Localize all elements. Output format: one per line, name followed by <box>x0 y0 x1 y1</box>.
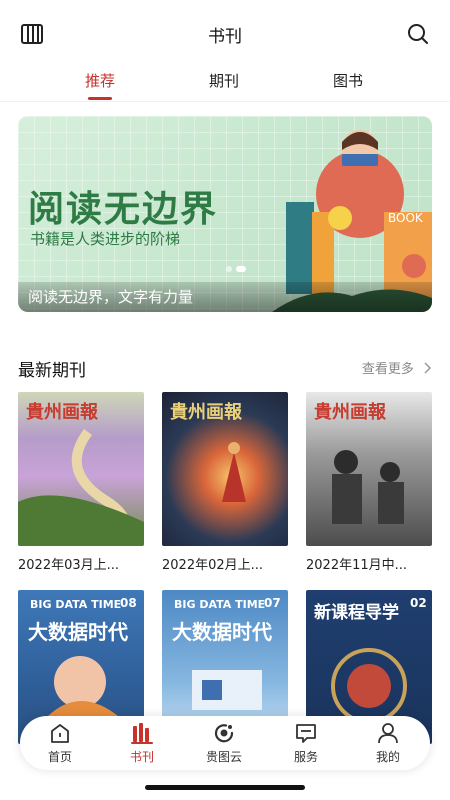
periodical-label[interactable]: 2022年03月上... <box>18 554 146 573</box>
view-more-label: 查看更多 <box>361 362 414 377</box>
tab-books[interactable]: 图书 <box>308 70 388 91</box>
periodical-cover[interactable]: 貴州画報 <box>162 392 288 546</box>
search-icon[interactable] <box>406 22 430 46</box>
latest-periodicals-header: 最新期刊 查看更多 <box>18 354 432 381</box>
periodical-cover[interactable]: 貴州画報 <box>306 392 432 546</box>
tab-indicator <box>88 97 112 100</box>
nav-label: 服务 <box>293 750 318 764</box>
nav-label: 书刊 <box>129 750 154 764</box>
page-title: 书刊 <box>208 27 242 47</box>
banner-subline: 书籍是人类进步的阶梯 <box>30 230 181 248</box>
periodical-cover[interactable]: 貴州画報 <box>18 392 144 546</box>
chevron-right-icon <box>424 362 432 374</box>
art-book-text: BOOK <box>388 211 424 225</box>
cover-masthead: 貴州画報 <box>314 402 386 423</box>
tab-periodicals[interactable]: 期刊 <box>184 70 264 91</box>
periodical-label[interactable]: 2022年11月中... <box>306 554 434 573</box>
tab-bar: 推荐 期刊 图书 <box>0 66 450 102</box>
profile-icon <box>378 723 398 744</box>
home-icon <box>51 724 69 743</box>
banner-caption: 阅读无边界，文字有力量 <box>28 288 194 306</box>
nav-label: 我的 <box>375 750 400 764</box>
cloud-icon <box>214 724 234 743</box>
nav-item-books[interactable]: 书刊 <box>112 722 172 765</box>
pagination-dot-active <box>236 266 246 272</box>
pagination-dot <box>226 266 232 272</box>
periodical-label[interactable]: 2022年02月上... <box>162 554 290 573</box>
tab-recommend[interactable]: 推荐 <box>60 70 140 91</box>
books-icon <box>131 723 153 744</box>
section-title: 最新期刊 <box>18 361 86 381</box>
nav-item-profile[interactable]: 我的 <box>358 722 418 765</box>
cover-masthead: 貴州画報 <box>26 402 98 423</box>
nav-item-home[interactable]: 首页 <box>30 722 90 765</box>
service-icon <box>296 724 316 743</box>
banner-headline: 阅读无边界 <box>28 188 219 230</box>
nav-label: 首页 <box>47 750 72 764</box>
promo-banner[interactable]: 阅读无边界 书籍是人类进步的阶梯 BOOK 阅读无边界，文字有力量 <box>18 116 432 312</box>
banner-pagination <box>226 257 250 276</box>
home-indicator <box>145 785 305 790</box>
app-header: 书刊 <box>0 0 450 66</box>
view-more-link[interactable]: 查看更多 <box>362 358 432 377</box>
cover-masthead: 貴州画報 <box>170 402 242 423</box>
nav-label: 贵图云 <box>205 750 242 764</box>
nav-item-service[interactable]: 服务 <box>276 722 336 765</box>
bottom-navigation: 首页 书刊 贵图云 服务 我的 <box>20 716 430 770</box>
nav-item-cloud[interactable]: 贵图云 <box>194 722 254 765</box>
